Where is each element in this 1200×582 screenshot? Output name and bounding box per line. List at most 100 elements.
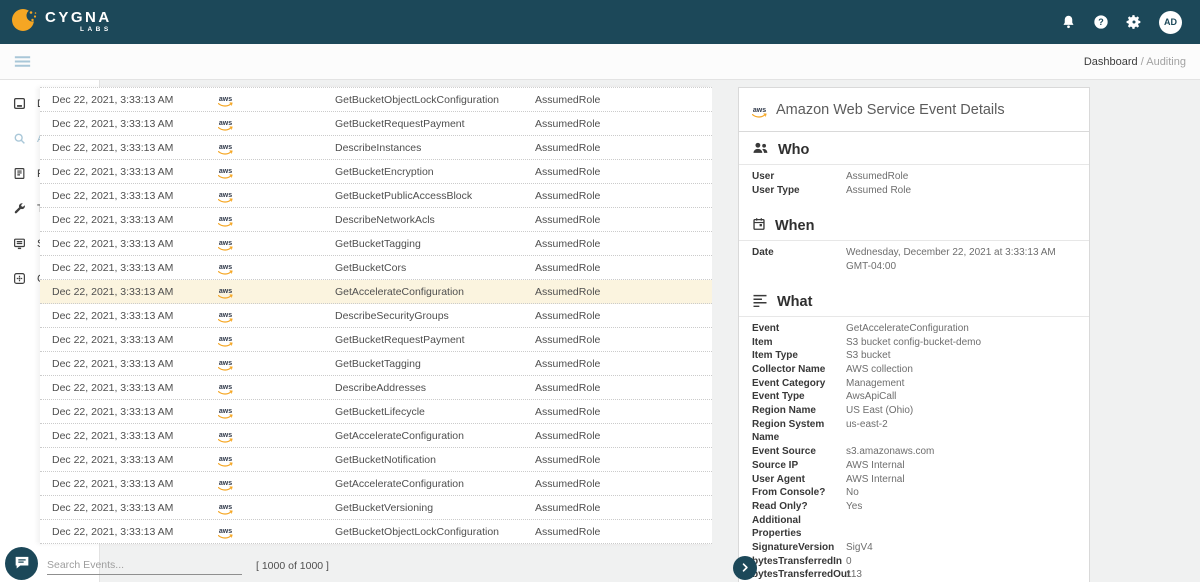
configuration-icon xyxy=(13,272,26,285)
table-row[interactable]: Dec 22, 2021, 3:33:13 AMawsDescribeNetwo… xyxy=(40,208,712,232)
table-row[interactable]: Dec 22, 2021, 3:33:13 AMawsGetAccelerate… xyxy=(40,472,712,496)
table-row[interactable]: Dec 22, 2021, 3:33:13 AMawsGetAccelerate… xyxy=(40,280,712,304)
aws-icon: aws xyxy=(218,212,233,228)
event-role-cell: AssumedRole xyxy=(535,166,712,178)
search-input[interactable] xyxy=(47,557,242,575)
panel-detail-row: Region NameUS East (Ohio) xyxy=(739,404,1089,418)
panel-detail-row: Additional Properties xyxy=(739,514,1089,541)
event-source-cell: aws xyxy=(218,428,335,444)
table-row[interactable]: Dec 22, 2021, 3:33:13 AMawsGetBucketNoti… xyxy=(40,448,712,472)
event-role-cell: AssumedRole xyxy=(535,142,712,154)
cygna-logo[interactable]: CYGNA LABS xyxy=(10,5,112,40)
chat-icon xyxy=(14,555,30,573)
table-row[interactable]: Dec 22, 2021, 3:33:13 AMawsGetAccelerate… xyxy=(40,424,712,448)
help-icon[interactable]: ? xyxy=(1093,14,1109,30)
event-name-cell: DescribeInstances xyxy=(335,142,535,154)
panel-section-title: Who xyxy=(739,132,1089,165)
detail-label: User Agent xyxy=(752,473,846,487)
table-row[interactable]: Dec 22, 2021, 3:33:13 AMawsGetBucketRequ… xyxy=(40,112,712,136)
detail-value: S3 bucket config-bucket-demo xyxy=(846,336,981,350)
event-name-cell: GetBucketObjectLockConfiguration xyxy=(335,94,535,106)
table-row[interactable]: Dec 22, 2021, 3:33:13 AMawsGetBucketVers… xyxy=(40,496,712,520)
panel-detail-row: Event TypeAwsApiCall xyxy=(739,390,1089,404)
table-row[interactable]: Dec 22, 2021, 3:33:13 AMawsGetBucketObje… xyxy=(40,88,712,112)
status-icon xyxy=(13,237,26,250)
search-icon xyxy=(13,132,26,145)
table-row[interactable]: Dec 22, 2021, 3:33:13 AMawsGetBucketLife… xyxy=(40,400,712,424)
table-row[interactable]: Dec 22, 2021, 3:33:13 AMawsDescribeAddre… xyxy=(40,376,712,400)
detail-value: US East (Ohio) xyxy=(846,404,913,418)
chat-button[interactable] xyxy=(5,547,38,580)
detail-label: Item Type xyxy=(752,349,846,363)
table-row[interactable]: Dec 22, 2021, 3:33:13 AMawsGetBucketCors… xyxy=(40,256,712,280)
people-icon xyxy=(752,141,769,159)
detail-label: Read Only? xyxy=(752,500,846,514)
aws-icon: aws xyxy=(218,452,233,468)
panel-detail-row: EventGetAccelerateConfiguration xyxy=(739,322,1089,336)
search-bar: [ 1000 of 1000 ] xyxy=(42,557,329,575)
panel-header: aws Amazon Web Service Event Details xyxy=(739,88,1089,132)
detail-label: Collector Name xyxy=(752,363,846,377)
reports-icon xyxy=(13,167,26,180)
table-row[interactable]: Dec 22, 2021, 3:33:13 AMawsGetBucketRequ… xyxy=(40,328,712,352)
event-role-cell: AssumedRole xyxy=(535,262,712,274)
bell-icon[interactable] xyxy=(1061,14,1076,30)
event-source-cell: aws xyxy=(218,164,335,180)
event-role-cell: AssumedRole xyxy=(535,118,712,130)
event-date-cell: Dec 22, 2021, 3:33:13 AM xyxy=(52,526,218,538)
event-date-cell: Dec 22, 2021, 3:33:13 AM xyxy=(52,118,218,130)
table-row[interactable]: Dec 22, 2021, 3:33:13 AMawsGetBucketTagg… xyxy=(40,232,712,256)
event-name-cell: GetBucketCors xyxy=(335,262,535,274)
event-role-cell: AssumedRole xyxy=(535,358,712,370)
panel-collapse-button[interactable] xyxy=(733,556,757,580)
event-name-cell: GetBucketVersioning xyxy=(335,502,535,514)
panel-sections: WhoUserAssumedRoleUser TypeAssumed RoleW… xyxy=(739,132,1089,582)
table-row[interactable]: Dec 22, 2021, 3:33:13 AMawsDescribeInsta… xyxy=(40,136,712,160)
detail-label: bytesTransferredOut xyxy=(752,568,846,582)
detail-value: AWS Internal xyxy=(846,459,905,473)
event-name-cell: DescribeSecurityGroups xyxy=(335,310,535,322)
event-name-cell: GetBucketEncryption xyxy=(335,166,535,178)
detail-value: 113 xyxy=(846,568,862,582)
event-date-cell: Dec 22, 2021, 3:33:13 AM xyxy=(52,478,218,490)
detail-label: Event Category xyxy=(752,377,846,391)
panel-detail-row: Source IPAWS Internal xyxy=(739,459,1089,473)
table-row[interactable]: Dec 22, 2021, 3:33:13 AMawsGetBucketEncr… xyxy=(40,160,712,184)
event-source-cell: aws xyxy=(218,332,335,348)
event-role-cell: AssumedRole xyxy=(535,382,712,394)
detail-label: Region Name xyxy=(752,404,846,418)
table-row[interactable]: Dec 22, 2021, 3:33:13 AMawsDescribeSecur… xyxy=(40,304,712,328)
event-role-cell: AssumedRole xyxy=(535,478,712,490)
detail-value: 0 xyxy=(846,555,852,569)
detail-value: AWS Internal xyxy=(846,473,905,487)
hamburger-menu-icon[interactable] xyxy=(14,55,31,68)
detail-label: Date xyxy=(752,246,846,273)
event-role-cell: AssumedRole xyxy=(535,430,712,442)
table-row[interactable]: Dec 22, 2021, 3:33:13 AMawsGetBucketPubl… xyxy=(40,184,712,208)
panel-section-who: WhoUserAssumedRoleUser TypeAssumed Role xyxy=(739,132,1089,208)
aws-icon: aws xyxy=(218,188,233,204)
event-name-cell: GetAccelerateConfiguration xyxy=(335,478,535,490)
event-source-cell: aws xyxy=(218,188,335,204)
event-name-cell: GetBucketNotification xyxy=(335,454,535,466)
aws-icon: aws xyxy=(218,260,233,276)
avatar[interactable]: AD xyxy=(1159,11,1182,34)
panel-detail-row: DateWednesday, December 22, 2021 at 3:33… xyxy=(739,246,1089,273)
table-row[interactable]: Dec 22, 2021, 3:33:13 AMawsGetBucketTagg… xyxy=(40,352,712,376)
panel-detail-row: Region System Nameus-east-2 xyxy=(739,418,1089,445)
detail-label: bytesTransferredIn xyxy=(752,555,846,569)
gear-icon[interactable] xyxy=(1126,14,1142,30)
event-role-cell: AssumedRole xyxy=(535,406,712,418)
detail-label: Event xyxy=(752,322,846,336)
event-source-cell: aws xyxy=(218,356,335,372)
dashboard-icon xyxy=(13,97,26,110)
table-row[interactable]: Dec 22, 2021, 3:33:13 AMawsGetBucketObje… xyxy=(40,520,712,544)
aws-icon: aws xyxy=(218,524,233,540)
event-date-cell: Dec 22, 2021, 3:33:13 AM xyxy=(52,430,218,442)
event-source-cell: aws xyxy=(218,92,335,108)
event-role-cell: AssumedRole xyxy=(535,526,712,538)
panel-detail-row: ItemS3 bucket config-bucket-demo xyxy=(739,336,1089,350)
breadcrumb-dashboard-link[interactable]: Dashboard xyxy=(1084,56,1138,68)
event-role-cell: AssumedRole xyxy=(535,190,712,202)
detail-value: S3 bucket xyxy=(846,349,890,363)
